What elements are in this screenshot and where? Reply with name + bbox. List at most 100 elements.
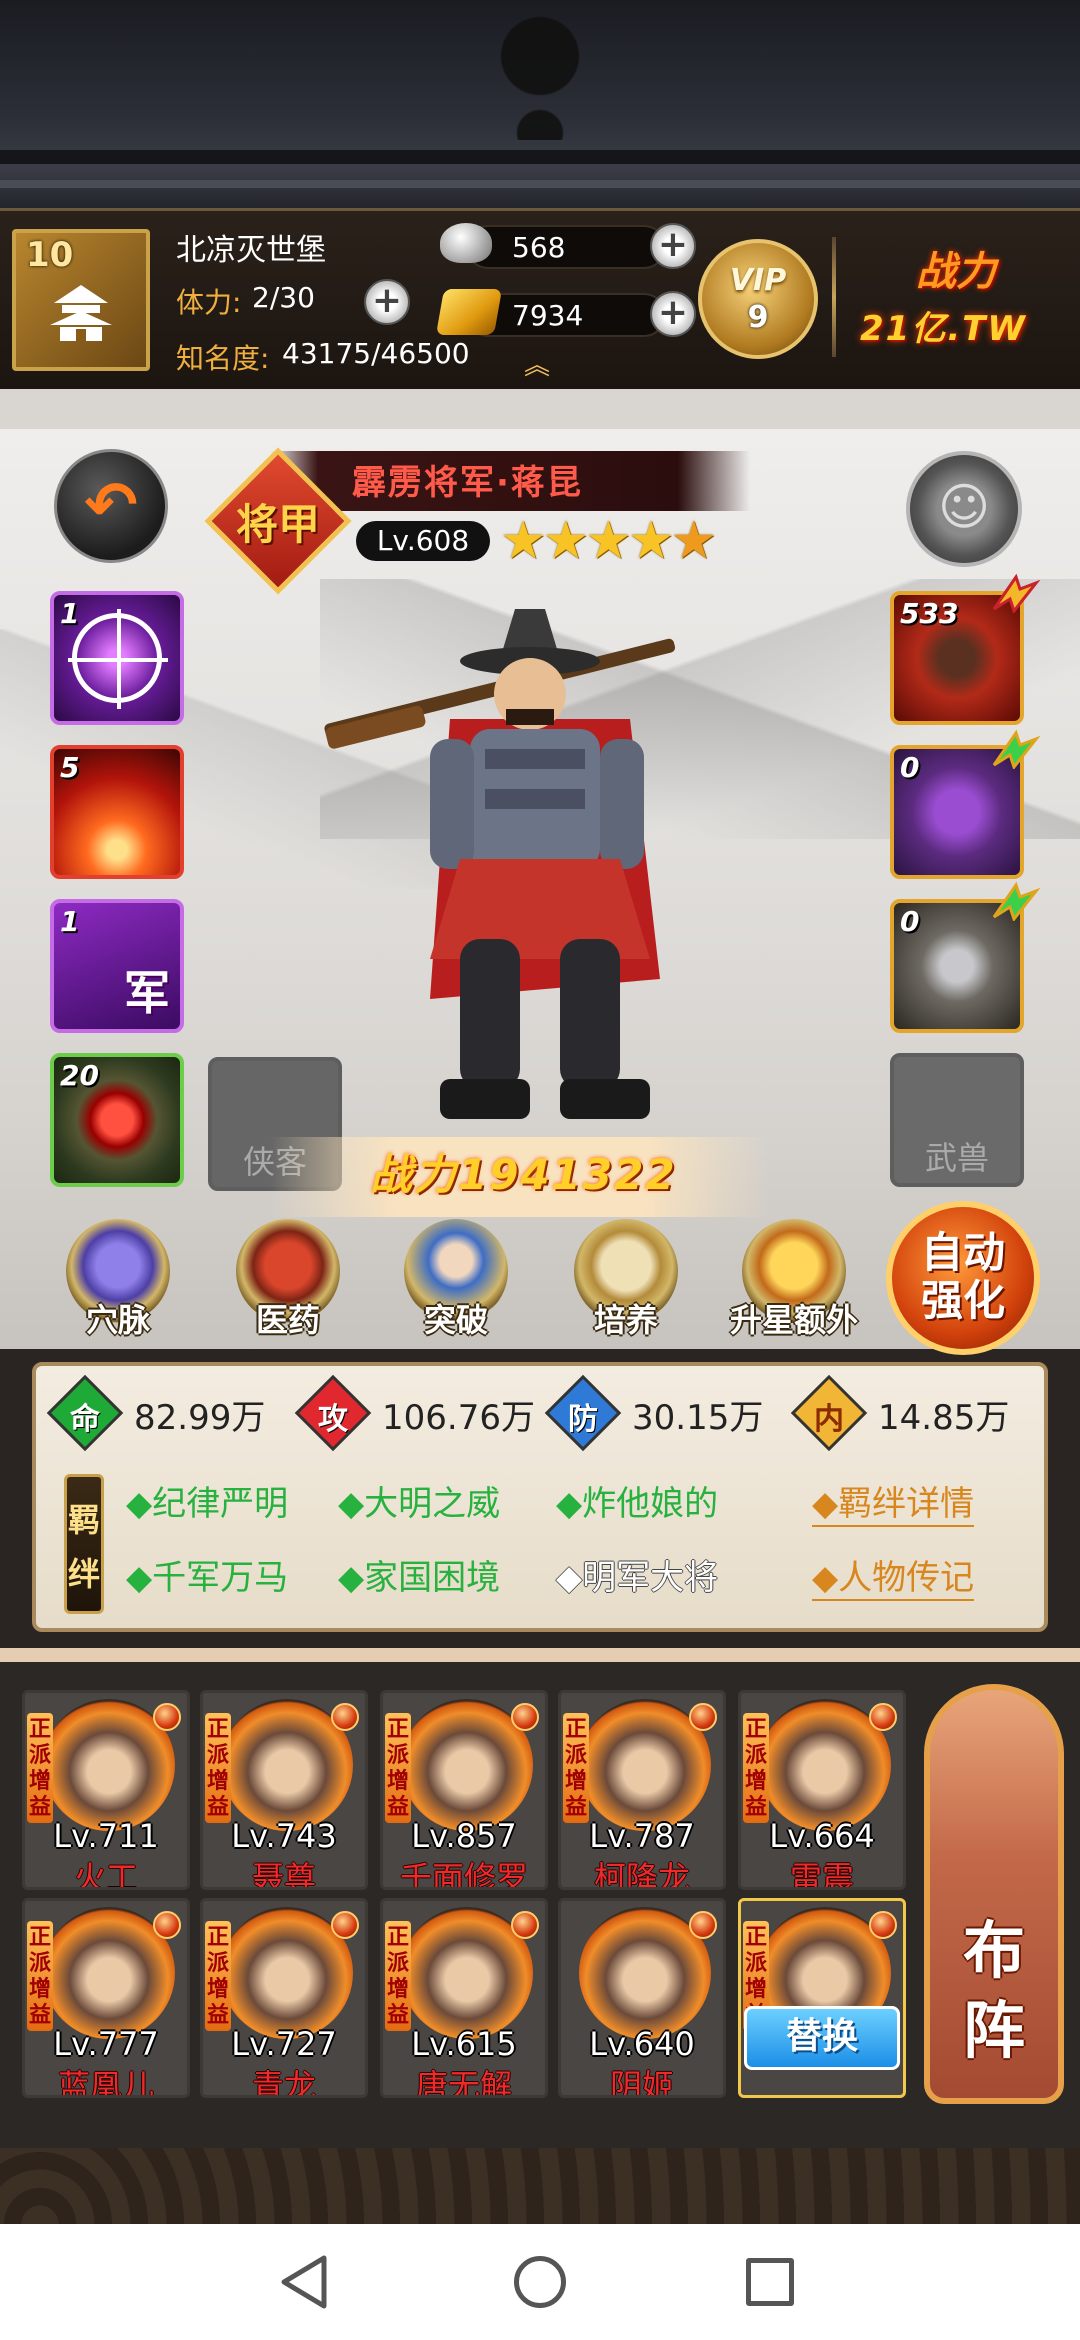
fame-value: 43175/46500 — [282, 337, 470, 370]
righteous-buff-tag: 正派增益 — [385, 1713, 411, 1823]
formation-label-line1: 布 — [962, 1914, 1025, 1987]
member-name: 蓝凰儿 — [57, 2067, 154, 2098]
team-member-card[interactable]: 正派增益 Lv.857 千面修罗 — [380, 1690, 548, 1890]
hero-combat-power: 战力1941322 — [370, 1150, 677, 1199]
silver-ingot-icon — [440, 223, 492, 263]
star-up-label: 升星额外 — [729, 1301, 858, 1339]
faction-orb-icon — [153, 1911, 181, 1939]
auto-strengthen-label-line2: 强化 — [920, 1276, 1005, 1325]
player-level: 10 — [26, 235, 74, 275]
acupoint-button[interactable]: 穴脉 — [58, 1219, 178, 1339]
equipment-level: 0 — [900, 905, 920, 938]
skill-level: 1 — [60, 597, 80, 630]
star-icon: ★ — [585, 511, 632, 571]
replace-button[interactable]: 替换 — [744, 2006, 900, 2070]
hero-panel: ↶ ☺ 霹雳将军·蒋昆 将甲 Lv.608 ★★★★★ 1 5 军 1 20 侠… — [0, 429, 1080, 1355]
faction-orb-icon — [511, 1703, 539, 1731]
add-stamina-button[interactable]: + — [364, 279, 410, 325]
hp-stat-value: 82.99万 — [134, 1398, 266, 1438]
team-member-card[interactable]: 正派增益 Lv.727 青龙 — [200, 1898, 368, 2098]
member-name: 柯降龙 — [593, 1859, 690, 1890]
stamina-label: 体力: — [176, 286, 242, 319]
hero-rank-text: 将甲 — [235, 500, 320, 549]
righteous-buff-tag: 正派增益 — [385, 1921, 411, 2031]
skill-slot-2[interactable]: 5 — [50, 745, 184, 879]
team-member-card[interactable]: 正派增益 Lv.743 聂尊 — [200, 1690, 368, 1890]
formation-button[interactable]: 布 阵 — [924, 1684, 1064, 2104]
beast-slot-empty[interactable]: 武兽 — [890, 1053, 1024, 1187]
star-up-button[interactable]: 升星额外 — [730, 1219, 858, 1339]
faction-orb-icon — [869, 1703, 897, 1731]
member-level: Lv.857 — [411, 1817, 517, 1855]
member-level: Lv.640 — [589, 2025, 695, 2063]
skill-level: 5 — [60, 751, 80, 784]
expand-chevron-icon[interactable]: ︽ — [524, 345, 550, 382]
member-level: Lv.777 — [53, 2025, 159, 2063]
bond-item: ◆大明之威 — [338, 1484, 501, 1524]
total-power-value: 21亿.TW — [860, 309, 1027, 349]
faction-orb-icon — [869, 1911, 897, 1939]
hero-level: Lv.608 — [356, 521, 490, 561]
back-button[interactable]: ↶ — [54, 449, 168, 563]
member-level: Lv.664 — [769, 1817, 875, 1855]
righteous-buff-tag: 正派增益 — [27, 1713, 53, 1823]
bond-detail-link[interactable]: ◆羁绊详情 — [812, 1476, 975, 1527]
train-label: 培养 — [593, 1301, 658, 1339]
faction-orb-icon — [689, 1911, 717, 1939]
team-member-card[interactable]: 正派增益 Lv.615 唐无解 — [380, 1898, 548, 2098]
upgrade-arrow-icon — [992, 881, 1040, 921]
bond-tag: 羁绊 — [64, 1474, 104, 1614]
gold-ingot-icon — [435, 289, 503, 335]
righteous-buff-tag: 正派增益 — [205, 1921, 231, 2031]
skill-slot-3[interactable]: 军 1 — [50, 899, 184, 1033]
vip-badge[interactable]: VIP 9 — [698, 239, 818, 359]
back-arrow-icon: ↶ — [84, 469, 138, 543]
nav-recent-apps-icon[interactable] — [746, 2258, 794, 2306]
team-member-card[interactable]: 正派增益 Lv.711 火工 — [22, 1690, 190, 1890]
upgrade-arrow-icon — [992, 729, 1040, 769]
hero-star-rating: ★★★★★ — [500, 511, 717, 571]
defense-stat-label: 防 — [568, 1402, 598, 1437]
skill-slot-4[interactable]: 20 — [50, 1053, 184, 1187]
faction-orb-icon — [153, 1703, 181, 1731]
team-member-card[interactable]: Lv.640 阴姬 — [558, 1898, 726, 2098]
member-level: Lv.711 — [53, 1817, 159, 1855]
inner-stat-label: 内 — [814, 1402, 844, 1437]
roof-decoration — [0, 0, 1080, 210]
skill-slot-1[interactable]: 1 — [50, 591, 184, 725]
team-member-card[interactable]: 正派增益 Lv.664 雷震 — [738, 1690, 906, 1890]
add-silver-button[interactable]: + — [650, 223, 696, 269]
medicine-button[interactable]: 医药 — [228, 1219, 348, 1339]
attack-stat-value: 106.76万 — [382, 1398, 535, 1438]
total-power-label: 战力 — [916, 249, 996, 295]
nav-home-icon[interactable] — [514, 2256, 566, 2308]
star-icon: ★ — [500, 511, 547, 571]
add-gold-button[interactable]: + — [650, 291, 696, 337]
monk-silhouette-icon: ☺ — [937, 478, 991, 536]
silver-currency-box — [466, 225, 666, 269]
army-skill-icon: 军 — [124, 966, 170, 1020]
character-profile-button[interactable]: ☺ — [906, 451, 1022, 567]
team-member-card[interactable]: 正派增益 Lv.787 柯降龙 — [558, 1690, 726, 1890]
attack-stat-label: 攻 — [318, 1402, 348, 1437]
roof-beam — [0, 150, 1080, 164]
acupoint-label: 穴脉 — [85, 1301, 150, 1339]
righteous-buff-tag: 正派增益 — [205, 1713, 231, 1823]
skill-level: 20 — [60, 1059, 99, 1092]
silver-amount: 568 — [512, 231, 566, 264]
stamina-value: 2/30 — [252, 281, 315, 314]
member-name: 雷震 — [789, 1859, 854, 1890]
team-member-card[interactable]: 正派增益 Lv.777 蓝凰儿 — [22, 1898, 190, 2098]
separator-strip — [0, 389, 1080, 429]
biography-link[interactable]: ◆人物传记 — [812, 1550, 975, 1601]
nav-back-icon[interactable] — [278, 2254, 330, 2310]
hero-name: 霹雳将军·蒋昆 — [352, 463, 583, 503]
breakthrough-button[interactable]: 突破 — [396, 1219, 516, 1339]
member-name: 唐无解 — [415, 2067, 512, 2098]
member-level: Lv.743 — [231, 1817, 337, 1855]
player-avatar[interactable]: 10 — [12, 229, 150, 371]
faction-orb-icon — [511, 1911, 539, 1939]
bond-item: ◆千军万马 — [126, 1558, 289, 1598]
train-button[interactable]: 培养 — [566, 1219, 686, 1339]
auto-strengthen-button[interactable]: 自动 强化 — [886, 1201, 1040, 1355]
